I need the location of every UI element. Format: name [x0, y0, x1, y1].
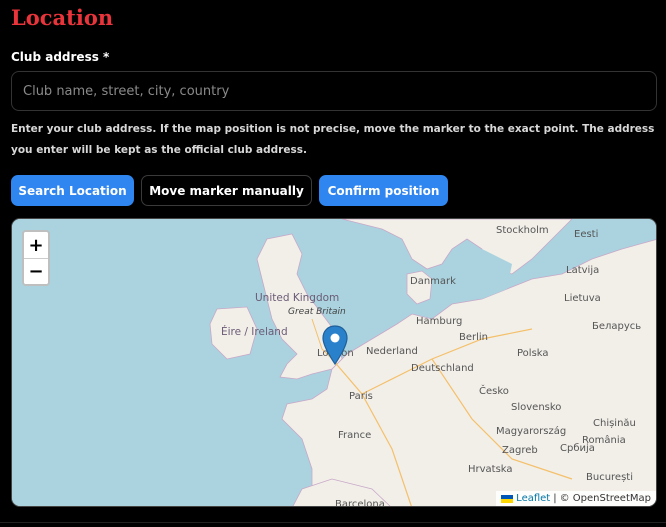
leaflet-link[interactable]: Leaflet — [516, 493, 550, 504]
location-map[interactable]: Stockholm Eesti Latvija Lietuva Danmark … — [11, 218, 657, 507]
map-label-magyarorszag: Magyarország — [496, 426, 567, 437]
map-label-eire: Éire / Ireland — [221, 326, 288, 338]
zoom-out-button[interactable]: − — [24, 258, 48, 284]
map-label-hamburg: Hamburg — [416, 316, 463, 327]
search-location-button[interactable]: Search Location — [11, 175, 134, 206]
map-label-srbija: Србија — [560, 443, 595, 454]
zoom-in-button[interactable]: + — [24, 232, 48, 258]
map-label-united-kingdom: United Kingdom — [255, 292, 340, 304]
ukraine-flag-icon — [501, 494, 514, 503]
map-label-latvija: Latvija — [566, 265, 600, 276]
map-label-lietuva: Lietuva — [564, 293, 601, 304]
map-label-eesti: Eesti — [574, 229, 599, 240]
map-label-paris: Paris — [349, 391, 373, 402]
map-label-berlin: Berlin — [459, 332, 489, 343]
map-label-belarus: Беларусь — [592, 321, 642, 332]
confirm-position-button[interactable]: Confirm position — [319, 175, 448, 206]
osm-attribution: © OpenStreetMap — [559, 493, 651, 504]
club-address-label: Club address * — [11, 50, 110, 64]
attribution-separator: | — [553, 493, 557, 504]
map-label-chisinau: Chișinău — [593, 418, 636, 429]
address-help-text: Enter your club address. If the map posi… — [11, 123, 655, 156]
map-label-cesko: Česko — [479, 386, 509, 397]
section-divider — [0, 522, 666, 523]
map-label-deutschland: Deutschland — [411, 363, 474, 374]
zoom-control: + − — [22, 230, 50, 286]
map-attribution: Leaflet | © OpenStreetMap — [496, 491, 656, 506]
map-marker-icon[interactable] — [322, 325, 348, 365]
map-label-france: France — [338, 430, 372, 441]
map-label-great-britain: Great Britain — [288, 307, 346, 317]
map-label-zagreb: Zagreb — [502, 445, 538, 456]
map-label-slovensko: Slovensko — [511, 402, 562, 413]
map-label-bucuresti: București — [586, 472, 633, 483]
map-label-danmark: Danmark — [410, 276, 456, 287]
section-title: Location — [11, 5, 114, 30]
move-marker-button[interactable]: Move marker manually — [141, 175, 312, 206]
club-address-input[interactable] — [11, 71, 657, 111]
map-label-stockholm: Stockholm — [496, 225, 549, 236]
map-label-hrvatska: Hrvatska — [468, 464, 513, 475]
map-label-nederland: Nederland — [366, 346, 418, 357]
map-label-polska: Polska — [517, 348, 549, 359]
map-label-barcelona: Barcelona — [335, 499, 385, 507]
